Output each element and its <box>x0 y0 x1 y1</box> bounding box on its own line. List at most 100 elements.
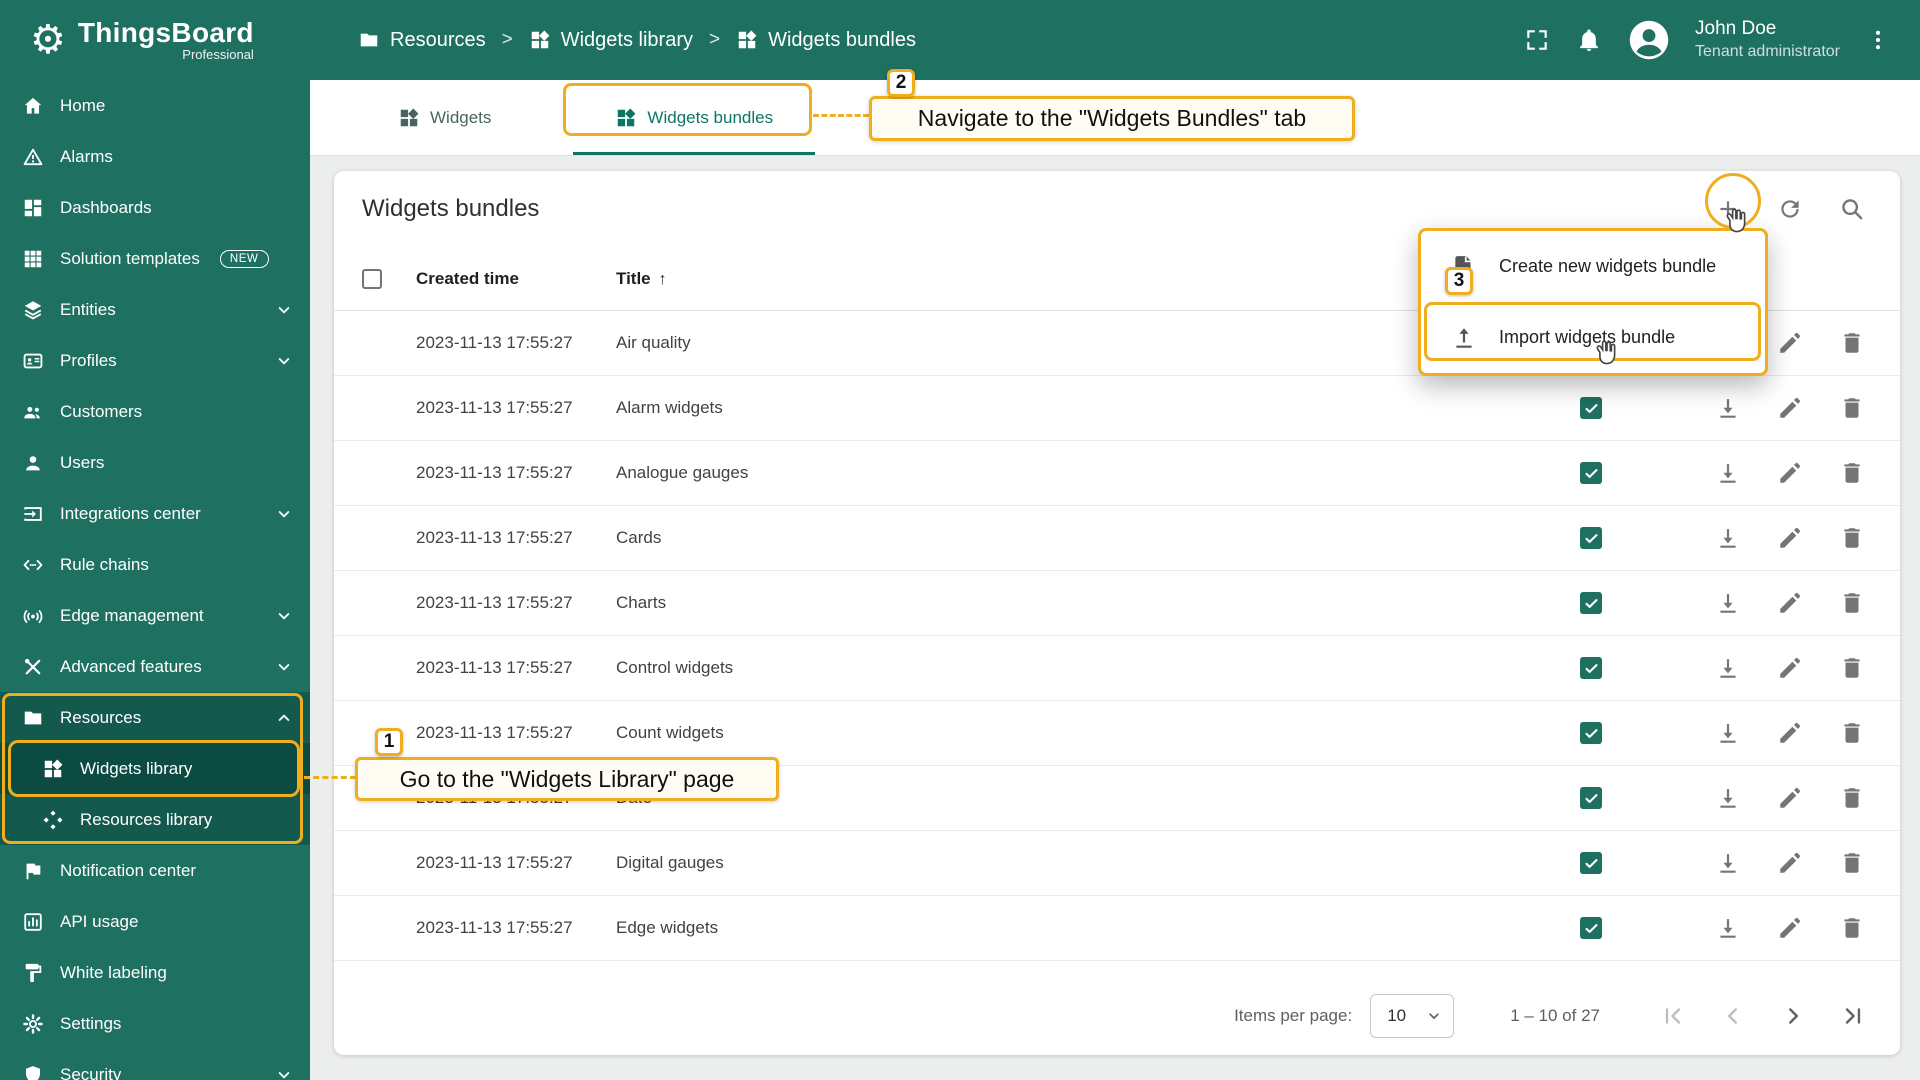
delete-bundle-button[interactable] <box>1838 394 1866 422</box>
delete-bundle-button[interactable] <box>1838 784 1866 812</box>
sidebar-item-api-usage[interactable]: API usage <box>0 896 310 947</box>
edit-bundle-button[interactable] <box>1776 849 1804 877</box>
edit-bundle-button[interactable] <box>1776 329 1804 357</box>
sidebar-item-settings[interactable]: Settings <box>0 998 310 1049</box>
table-row[interactable]: 2023-11-13 17:55:27 Control widgets <box>334 636 1900 701</box>
table-row[interactable]: 2023-11-13 17:55:27 Digital gauges <box>334 831 1900 896</box>
user-menu[interactable]: John Doe Tenant administrator <box>1695 17 1840 62</box>
breadcrumb-widgets-library[interactable]: Widgets library <box>529 29 693 52</box>
last-page-button[interactable] <box>1836 999 1870 1033</box>
notifications-bell-button[interactable] <box>1575 26 1603 54</box>
fullscreen-button[interactable] <box>1523 26 1551 54</box>
sidebar-item-home[interactable]: Home <box>0 80 310 131</box>
sidebar-item-edge-management[interactable]: Edge management <box>0 590 310 641</box>
sidebar-item-notification-center[interactable]: Notification center <box>0 845 310 896</box>
sidebar-item-dashboards[interactable]: Dashboards <box>0 182 310 233</box>
bundle-checkbox[interactable] <box>1580 657 1602 679</box>
sidebar-item-rule-chains[interactable]: Rule chains <box>0 539 310 590</box>
next-page-button[interactable] <box>1776 999 1810 1033</box>
cell-created: 2023-11-13 17:55:27 <box>416 398 573 417</box>
export-bundle-button[interactable] <box>1714 589 1742 617</box>
bundle-checkbox[interactable] <box>1580 592 1602 614</box>
edit-bundle-button[interactable] <box>1776 654 1804 682</box>
app-logo[interactable]: ⚙ ThingsBoard Professional <box>0 17 310 62</box>
table-row[interactable]: 2023-11-13 17:55:27 Charts <box>334 571 1900 636</box>
menu-item-import-bundle[interactable]: Import widgets bundle <box>1421 302 1765 373</box>
bundle-checkbox[interactable] <box>1580 722 1602 744</box>
sidebar-item-entities[interactable]: Entities <box>0 284 310 335</box>
edit-bundle-button[interactable] <box>1776 589 1804 617</box>
delete-bundle-button[interactable] <box>1838 589 1866 617</box>
sidebar-item-users[interactable]: Users <box>0 437 310 488</box>
sidebar-item-white-labeling[interactable]: White labeling <box>0 947 310 998</box>
table-row[interactable]: 2023-11-13 17:55:27 Alarm widgets <box>334 376 1900 441</box>
sidebar-item-customers[interactable]: Customers <box>0 386 310 437</box>
sidebar-item-security[interactable]: Security <box>0 1049 310 1080</box>
cell-title: Edge widgets <box>616 918 719 937</box>
table-row[interactable]: 2023-11-13 17:55:27 Analogue gauges <box>334 441 1900 506</box>
edit-bundle-button[interactable] <box>1776 719 1804 747</box>
sidebar-item-alarms[interactable]: Alarms <box>0 131 310 182</box>
cell-created: 2023-11-13 17:55:27 <box>416 463 573 482</box>
search-button[interactable] <box>1838 195 1866 223</box>
edit-bundle-button[interactable] <box>1776 914 1804 942</box>
edit-bundle-button[interactable] <box>1776 394 1804 422</box>
breadcrumb-label: Resources <box>390 28 486 51</box>
menu-item-create-bundle[interactable]: Create new widgets bundle <box>1421 231 1765 302</box>
bundle-checkbox[interactable] <box>1580 917 1602 939</box>
export-bundle-button[interactable] <box>1714 849 1742 877</box>
edit-bundle-button[interactable] <box>1776 459 1804 487</box>
sidebar-item-profiles[interactable]: Profiles <box>0 335 310 386</box>
sidebar-item-resources[interactable]: Resources <box>0 692 310 743</box>
sidebar-item-resources-library[interactable]: Resources library <box>0 794 310 845</box>
delete-bundle-button[interactable] <box>1838 459 1866 487</box>
bundle-checkbox[interactable] <box>1580 527 1602 549</box>
previous-page-button[interactable] <box>1716 999 1750 1033</box>
bundle-checkbox[interactable] <box>1580 462 1602 484</box>
delete-bundle-button[interactable] <box>1838 914 1866 942</box>
table-pagination: Items per page: 10 1 – 10 of 27 <box>334 977 1900 1055</box>
table-row[interactable]: 2023-11-13 17:55:27 Cards <box>334 506 1900 571</box>
delete-bundle-button[interactable] <box>1838 329 1866 357</box>
export-bundle-button[interactable] <box>1714 394 1742 422</box>
cell-created: 2023-11-13 17:55:27 <box>416 918 573 937</box>
breadcrumb-widgets-bundles[interactable]: Widgets bundles <box>736 29 916 52</box>
edit-bundle-button[interactable] <box>1776 524 1804 552</box>
breadcrumb-resources[interactable]: Resources <box>358 29 486 52</box>
export-bundle-button[interactable] <box>1714 654 1742 682</box>
user-avatar[interactable] <box>1627 18 1671 62</box>
delete-bundle-button[interactable] <box>1838 849 1866 877</box>
cell-created: 2023-11-13 17:55:27 <box>416 528 573 547</box>
edit-bundle-button[interactable] <box>1776 784 1804 812</box>
export-bundle-button[interactable] <box>1714 914 1742 942</box>
table-row[interactable]: 2023-11-13 17:55:27 Edge widgets <box>334 896 1900 961</box>
column-created-time[interactable]: Created time <box>416 269 616 289</box>
tab-widgets-bundles[interactable]: Widgets bundles <box>573 80 815 155</box>
bundle-checkbox[interactable] <box>1580 852 1602 874</box>
bundle-checkbox[interactable] <box>1580 787 1602 809</box>
sidebar-item-advanced-features[interactable]: Advanced features <box>0 641 310 692</box>
export-bundle-button[interactable] <box>1714 524 1742 552</box>
sidebar-item-integrations-center[interactable]: Integrations center <box>0 488 310 539</box>
sidebar-item-widgets-library[interactable]: Widgets library <box>0 743 310 794</box>
delete-bundle-button[interactable] <box>1838 719 1866 747</box>
first-page-button[interactable] <box>1656 999 1690 1033</box>
export-bundle-button[interactable] <box>1714 719 1742 747</box>
export-bundle-button[interactable] <box>1714 784 1742 812</box>
add-bundle-button[interactable] <box>1714 195 1742 223</box>
export-bundle-button[interactable] <box>1714 459 1742 487</box>
refresh-button[interactable] <box>1776 195 1804 223</box>
flag-icon <box>22 860 44 882</box>
delete-bundle-button[interactable] <box>1838 654 1866 682</box>
table-body: 2023-11-13 17:55:27 Air quality 2023-11-… <box>334 311 1900 977</box>
select-all-checkbox[interactable] <box>362 268 382 289</box>
sidebar-item-solution-templates[interactable]: Solution templates NEW <box>0 233 310 284</box>
cell-title: Cards <box>616 528 662 547</box>
items-per-page-select[interactable]: 10 <box>1370 994 1455 1038</box>
bundle-checkbox[interactable] <box>1580 397 1602 419</box>
delete-bundle-button[interactable] <box>1838 524 1866 552</box>
kebab-menu-button[interactable] <box>1864 26 1892 54</box>
widgets-icon <box>529 29 551 51</box>
sidebar-item-label: Notification center <box>60 860 197 880</box>
tab-widgets[interactable]: Widgets <box>374 80 515 155</box>
